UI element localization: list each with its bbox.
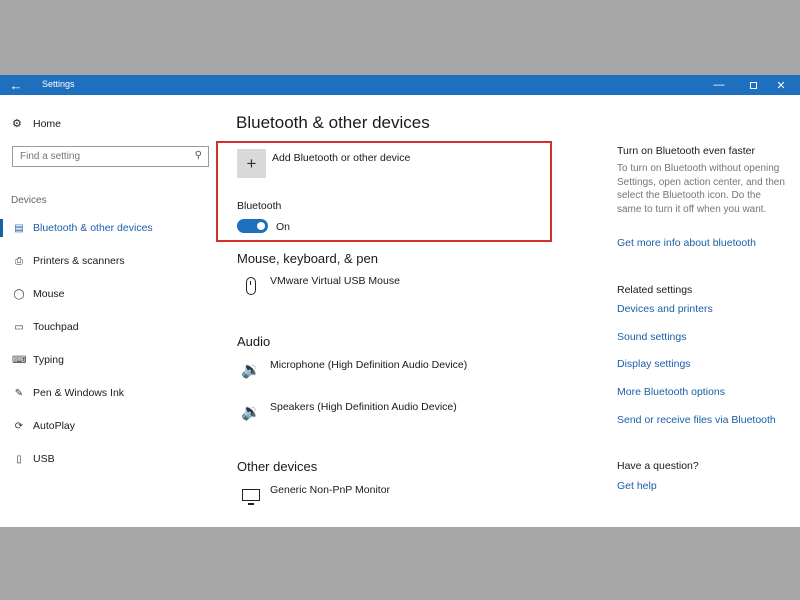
- page-title: Bluetooth & other devices: [236, 113, 430, 132]
- sidebar-item-label: Pen & Windows Ink: [33, 387, 125, 399]
- related-link-devices-printers[interactable]: Devices and printers: [617, 303, 713, 315]
- plus-icon: +: [246, 153, 257, 173]
- related-link-sound-settings[interactable]: Sound settings: [617, 331, 686, 343]
- sidebar-item-mouse[interactable]: ◯ Mouse: [12, 285, 65, 303]
- close-button[interactable]: ✕: [766, 75, 796, 95]
- related-link-display-settings[interactable]: Display settings: [617, 358, 691, 370]
- add-device-label[interactable]: Add Bluetooth or other device: [272, 152, 410, 164]
- minimize-button[interactable]: —: [704, 75, 734, 95]
- section-label-devices: Devices: [11, 195, 47, 206]
- device-item-speakers[interactable]: 🔉 Speakers (High Definition Audio Device…: [238, 401, 457, 423]
- device-name: VMware Virtual USB Mouse: [270, 275, 400, 287]
- sidebar-item-usb[interactable]: ▯ USB: [12, 450, 55, 468]
- device-item-monitor[interactable]: Generic Non-PnP Monitor: [238, 484, 390, 506]
- sidebar-item-label: Printers & scanners: [33, 255, 125, 267]
- device-name: Generic Non-PnP Monitor: [270, 484, 391, 496]
- sidebar-item-label: Typing: [33, 354, 64, 366]
- add-device-button[interactable]: +: [237, 149, 266, 178]
- title-bar: ← Settings — ✕: [0, 75, 800, 95]
- autoplay-icon: ⟳: [14, 420, 24, 432]
- mouse-icon: [238, 275, 264, 297]
- section-heading-audio: Audio: [237, 334, 271, 349]
- bluetooth-state: On: [276, 221, 291, 233]
- minimize-icon: —: [713, 79, 725, 91]
- tip-heading: Turn on Bluetooth even faster: [617, 145, 755, 157]
- sidebar-item-printers[interactable]: ⎙ Printers & scanners: [12, 252, 125, 270]
- back-arrow-icon: ←: [9, 77, 23, 93]
- sidebar-item-label: AutoPlay: [33, 420, 76, 432]
- touchpad-icon: ▭: [14, 321, 24, 333]
- sidebar-item-label: USB: [33, 453, 55, 465]
- bluetooth-toggle[interactable]: [237, 219, 268, 233]
- home-nav-item[interactable]: ⚙ Home: [12, 117, 62, 131]
- close-icon: ✕: [776, 79, 786, 92]
- search-icon: ⚲: [194, 150, 202, 161]
- window-title: Settings: [42, 79, 75, 89]
- device-name: Speakers (High Definition Audio Device): [270, 401, 457, 413]
- tip-text: To turn on Bluetooth without opening Set…: [617, 163, 785, 215]
- keyboard-icon: ⌨: [12, 354, 27, 366]
- toggle-knob: [257, 222, 265, 230]
- search-placeholder: Find a setting: [20, 151, 81, 162]
- maximize-icon: [749, 81, 757, 89]
- sidebar-item-label: Mouse: [33, 288, 65, 300]
- usb-icon: ▯: [16, 453, 22, 465]
- sidebar-item-pen[interactable]: ✎ Pen & Windows Ink: [12, 384, 124, 402]
- back-button[interactable]: ←: [0, 75, 32, 95]
- bluetooth-info-link[interactable]: Get more info about bluetooth: [617, 237, 756, 249]
- device-item-mouse[interactable]: VMware Virtual USB Mouse: [238, 275, 400, 297]
- pen-icon: ✎: [14, 387, 24, 399]
- related-settings-heading: Related settings: [617, 284, 693, 296]
- get-help-link[interactable]: Get help: [617, 480, 657, 492]
- related-link-more-bluetooth[interactable]: More Bluetooth options: [617, 386, 725, 398]
- maximize-button[interactable]: [738, 75, 768, 95]
- section-heading-mouse-keyboard-pen: Mouse, keyboard, & pen: [237, 251, 378, 266]
- monitor-icon: [238, 484, 264, 506]
- mouse-icon: ◯: [13, 288, 25, 300]
- settings-window: ← Settings — ✕ ⚙ Home Find a setting ⚲ D…: [0, 75, 800, 527]
- gear-icon: ⚙: [12, 118, 22, 130]
- question-heading: Have a question?: [617, 460, 699, 472]
- active-indicator: [0, 219, 3, 237]
- sidebar-item-typing[interactable]: ⌨ Typing: [12, 351, 64, 369]
- sidebar-item-touchpad[interactable]: ▭ Touchpad: [12, 318, 79, 336]
- bluetooth-label: Bluetooth: [237, 200, 282, 212]
- section-heading-other-devices: Other devices: [237, 459, 318, 474]
- speaker-icon: 🔉: [241, 362, 261, 379]
- sidebar-item-label: Bluetooth & other devices: [33, 222, 153, 234]
- sidebar-item-label: Touchpad: [33, 321, 79, 333]
- home-label: Home: [33, 117, 62, 130]
- device-name: Microphone (High Definition Audio Device…: [270, 359, 468, 371]
- sidebar-item-autoplay[interactable]: ⟳ AutoPlay: [12, 417, 75, 435]
- device-item-microphone[interactable]: 🔉 Microphone (High Definition Audio Devi…: [238, 359, 467, 381]
- related-link-send-receive-files[interactable]: Send or receive files via Bluetooth: [617, 414, 776, 426]
- bluetooth-devices-icon: ▤: [14, 222, 24, 234]
- printer-icon: ⎙: [15, 255, 23, 267]
- sidebar-item-bluetooth[interactable]: ▤ Bluetooth & other devices: [12, 219, 153, 237]
- speaker-icon: 🔉: [241, 404, 261, 421]
- search-input[interactable]: Find a setting ⚲: [12, 146, 209, 167]
